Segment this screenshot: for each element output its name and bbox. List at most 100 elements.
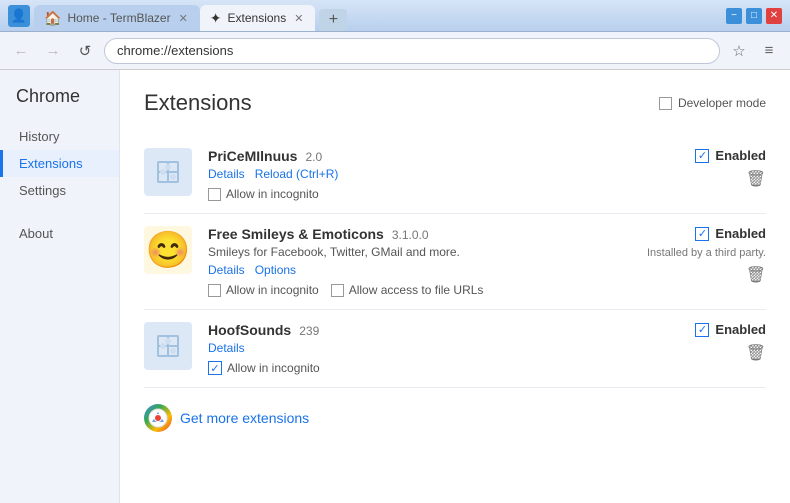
back-button[interactable]: ← xyxy=(8,38,34,64)
smileys-file-access-label: Allow access to file URLs xyxy=(349,283,484,297)
hoofsounds-incognito[interactable]: ✓ Allow in incognito xyxy=(208,361,630,375)
home-tab-label: Home - TermBlazer xyxy=(67,11,170,25)
sidebar-item-extensions[interactable]: Extensions xyxy=(0,150,119,177)
smileys-actions: ✓ Enabled Installed by a third party. 🗑 xyxy=(646,226,766,285)
new-tab-icon: + xyxy=(329,11,338,29)
forward-icon: → xyxy=(46,42,61,59)
developer-mode-checkbox[interactable] xyxy=(659,97,672,110)
home-tab-icon: 🏠 xyxy=(44,10,61,27)
user-icon: 👤 xyxy=(11,8,27,24)
main-layout: Chrome History Extensions Settings About… xyxy=(0,70,790,503)
smileys-name: Free Smileys & Emoticons xyxy=(208,226,384,242)
pricemilnuus-icon xyxy=(144,148,192,196)
pricemilnuus-version: 2.0 xyxy=(305,150,322,164)
pricemilnuus-enabled-checkbox[interactable]: ✓ xyxy=(695,149,709,163)
reload-icon: ↺ xyxy=(79,42,92,60)
hoofsounds-details-link[interactable]: Details xyxy=(208,341,245,355)
get-more-link[interactable]: Get more extensions xyxy=(180,410,309,426)
get-more-section: Get more extensions xyxy=(144,404,766,440)
smileys-name-row: Free Smileys & Emoticons 3.1.0.0 xyxy=(208,226,630,242)
smileys-description: Smileys for Facebook, Twitter, GMail and… xyxy=(208,245,630,259)
developer-mode-label: Developer mode xyxy=(678,96,766,110)
hoofsounds-enabled-row: ✓ Enabled xyxy=(695,322,766,337)
menu-icon: ≡ xyxy=(765,42,774,59)
smileys-enabled-row: ✓ Enabled xyxy=(695,226,766,241)
smileys-details-link[interactable]: Details xyxy=(208,263,245,277)
extensions-tab-close[interactable]: ✕ xyxy=(292,10,305,27)
hoofsounds-name: HoofSounds xyxy=(208,322,291,338)
hoofsounds-name-row: HoofSounds 239 xyxy=(208,322,630,338)
minimize-button[interactable]: − xyxy=(726,8,742,24)
extension-pricemilnuus: PriCeMIlnuus 2.0 Details Reload (Ctrl+R)… xyxy=(144,136,766,214)
sidebar-history-label: History xyxy=(19,129,59,144)
home-tab-close[interactable]: ✕ xyxy=(177,10,190,27)
pricemilnuus-delete-button[interactable]: 🗑 xyxy=(746,169,766,189)
extension-hoofsounds: HoofSounds 239 Details ✓ Allow in incogn… xyxy=(144,310,766,388)
pricemilnuus-incognito-checkbox[interactable] xyxy=(208,188,221,201)
new-tab-button[interactable]: + xyxy=(319,9,347,31)
extensions-tab-label: Extensions xyxy=(228,11,287,25)
pricemilnuus-incognito-label: Allow in incognito xyxy=(226,187,319,201)
user-button[interactable]: 👤 xyxy=(8,5,30,27)
smileys-links: Details Options xyxy=(208,263,630,277)
content-header: Extensions Developer mode xyxy=(144,90,766,116)
smileys-incognito-label: Allow in incognito xyxy=(226,283,319,297)
sidebar-settings-label: Settings xyxy=(19,183,66,198)
hoofsounds-actions: ✓ Enabled 🗑 xyxy=(646,322,766,363)
tab-home[interactable]: 🏠 Home - TermBlazer ✕ xyxy=(34,5,200,31)
pricemilnuus-incognito[interactable]: Allow in incognito xyxy=(208,187,630,201)
smileys-delete-button[interactable]: 🗑 xyxy=(746,265,766,285)
smileys-file-access-checkbox[interactable] xyxy=(331,284,344,297)
smileys-incognito[interactable]: Allow in incognito xyxy=(208,283,319,297)
title-bar: 👤 🏠 Home - TermBlazer ✕ ✦ Extensions ✕ +… xyxy=(0,0,790,32)
pricemilnuus-actions: ✓ Enabled 🗑 xyxy=(646,148,766,189)
sidebar-about-label: About xyxy=(19,226,53,241)
content-area: Extensions Developer mode xyxy=(120,70,790,503)
nav-bar: ← → ↺ chrome://extensions ☆ ≡ xyxy=(0,32,790,70)
pricemilnuus-enabled-label: Enabled xyxy=(715,148,766,163)
sidebar: Chrome History Extensions Settings About xyxy=(0,70,120,503)
star-icon: ☆ xyxy=(732,42,745,60)
tab-extensions[interactable]: ✦ Extensions ✕ xyxy=(200,5,316,31)
pricemilnuus-name: PriCeMIlnuus xyxy=(208,148,297,164)
sidebar-item-history[interactable]: History xyxy=(0,123,119,150)
reload-button[interactable]: ↺ xyxy=(72,38,98,64)
smileys-file-access[interactable]: Allow access to file URLs xyxy=(331,283,484,297)
smileys-version: 3.1.0.0 xyxy=(392,228,429,242)
hoofsounds-enabled-label: Enabled xyxy=(715,322,766,337)
smileys-options-link[interactable]: Options xyxy=(255,263,296,277)
sidebar-extensions-label: Extensions xyxy=(19,156,83,171)
menu-button[interactable]: ≡ xyxy=(756,38,782,64)
pricemilnuus-details-link[interactable]: Details xyxy=(208,167,245,181)
back-icon: ← xyxy=(14,42,29,59)
window-controls: − □ ✕ xyxy=(726,8,782,24)
sidebar-item-about[interactable]: About xyxy=(0,220,119,247)
address-bar[interactable]: chrome://extensions xyxy=(104,38,720,64)
developer-mode-toggle[interactable]: Developer mode xyxy=(659,96,766,110)
pricemilnuus-enabled-row: ✓ Enabled xyxy=(695,148,766,163)
hoofsounds-version: 239 xyxy=(299,324,319,338)
smileys-enabled-checkbox[interactable]: ✓ xyxy=(695,227,709,241)
chrome-store-icon xyxy=(144,404,172,432)
hoofsounds-delete-button[interactable]: 🗑 xyxy=(746,343,766,363)
smileys-checkboxes-row: Allow in incognito Allow access to file … xyxy=(208,283,630,297)
smileys-icon: 😊 xyxy=(144,226,192,274)
pricemilnuus-links: Details Reload (Ctrl+R) xyxy=(208,167,630,181)
close-button[interactable]: ✕ xyxy=(766,8,782,24)
sidebar-item-settings[interactable]: Settings xyxy=(0,177,119,204)
pricemilnuus-reload-link[interactable]: Reload (Ctrl+R) xyxy=(255,167,339,181)
hoofsounds-links: Details xyxy=(208,341,630,355)
star-button[interactable]: ☆ xyxy=(726,38,752,64)
maximize-button[interactable]: □ xyxy=(746,8,762,24)
pricemilnuus-info: PriCeMIlnuus 2.0 Details Reload (Ctrl+R)… xyxy=(208,148,630,201)
address-text: chrome://extensions xyxy=(117,43,233,58)
smileys-enabled-label: Enabled xyxy=(715,226,766,241)
hoofsounds-incognito-checkbox[interactable]: ✓ xyxy=(208,361,222,375)
hoofsounds-incognito-label: Allow in incognito xyxy=(227,361,320,375)
hoofsounds-enabled-checkbox[interactable]: ✓ xyxy=(695,323,709,337)
forward-button[interactable]: → xyxy=(40,38,66,64)
smileys-third-party-note: Installed by a third party. xyxy=(647,247,766,259)
extensions-tab-icon: ✦ xyxy=(210,10,222,27)
sidebar-divider xyxy=(0,204,119,220)
smileys-incognito-checkbox[interactable] xyxy=(208,284,221,297)
